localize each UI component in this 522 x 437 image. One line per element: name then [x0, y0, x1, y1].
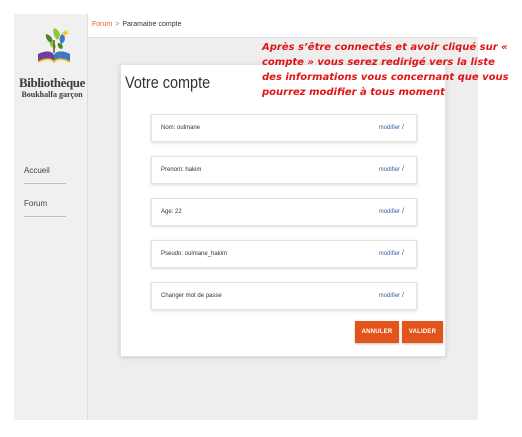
field-value: Changer mot de passe [161, 293, 222, 299]
field-row-password: Changer mot de passe modifier / [151, 282, 417, 310]
cancel-button[interactable]: ANNULER [355, 321, 399, 343]
sidebar-item-forum[interactable]: Forum [24, 199, 66, 217]
modify-pseudo-link[interactable]: modifier / [379, 250, 404, 257]
field-value: Age: 22 [161, 209, 182, 215]
modify-prenom-link[interactable]: modifier / [379, 166, 404, 173]
breadcrumb: Forum > Paramaitre compte [92, 21, 181, 28]
field-value: Pseudo: oulmane_hakim [161, 251, 228, 257]
field-row-age: Age: 22 modifier / [151, 198, 417, 226]
field-row-prenom: Prenom: hakim modifier / [151, 156, 417, 184]
modify-label: modifier [378, 125, 401, 131]
book-tree-logo [24, 26, 84, 66]
modify-label: modifier [378, 167, 401, 173]
page-title: Votre compte [125, 73, 211, 92]
field-row-pseudo: Pseudo: oulmane_hakim modifier / [151, 240, 417, 268]
pencil-icon: / [402, 166, 404, 173]
field-value: Nom: oulmane [161, 125, 201, 131]
brand-subtitle: Boukhalfa garçon [21, 90, 83, 99]
modify-password-link[interactable]: modifier / [379, 292, 404, 299]
breadcrumb-forum-link[interactable]: Forum [92, 21, 112, 28]
modify-label: modifier [378, 209, 401, 215]
modify-age-link[interactable]: modifier / [379, 208, 404, 215]
brand-name: Bibliothèque [19, 75, 85, 90]
pencil-icon: / [402, 292, 404, 299]
sidebar-item-accueil[interactable]: Accueil [24, 166, 66, 184]
pencil-icon: / [402, 208, 404, 215]
modify-nom-link[interactable]: modifier / [379, 124, 404, 131]
top-bar: Forum > Paramaitre compte [88, 14, 478, 38]
sidebar: Bibliothèque Boukhalfa garçon Accueil Fo… [14, 14, 88, 420]
pencil-icon: / [402, 124, 404, 131]
annotation-note: Après s’être connectés et avoir cliqué s… [262, 42, 509, 98]
account-card: Votre compte Nom: oulmane modifier / Pren… [120, 64, 446, 357]
field-value: Prenom: hakim [161, 167, 202, 173]
leaves [45, 28, 65, 49]
breadcrumb-separator: > [115, 21, 120, 28]
breadcrumb-current: Paramaitre compte [122, 21, 182, 28]
modify-label: modifier [378, 251, 401, 257]
field-row-nom: Nom: oulmane modifier / [151, 114, 417, 142]
modify-label: modifier [378, 293, 401, 299]
validate-button[interactable]: VALIDER [402, 321, 443, 343]
pencil-icon: / [402, 250, 404, 257]
brand: Bibliothèque Boukhalfa garçon [16, 76, 88, 99]
